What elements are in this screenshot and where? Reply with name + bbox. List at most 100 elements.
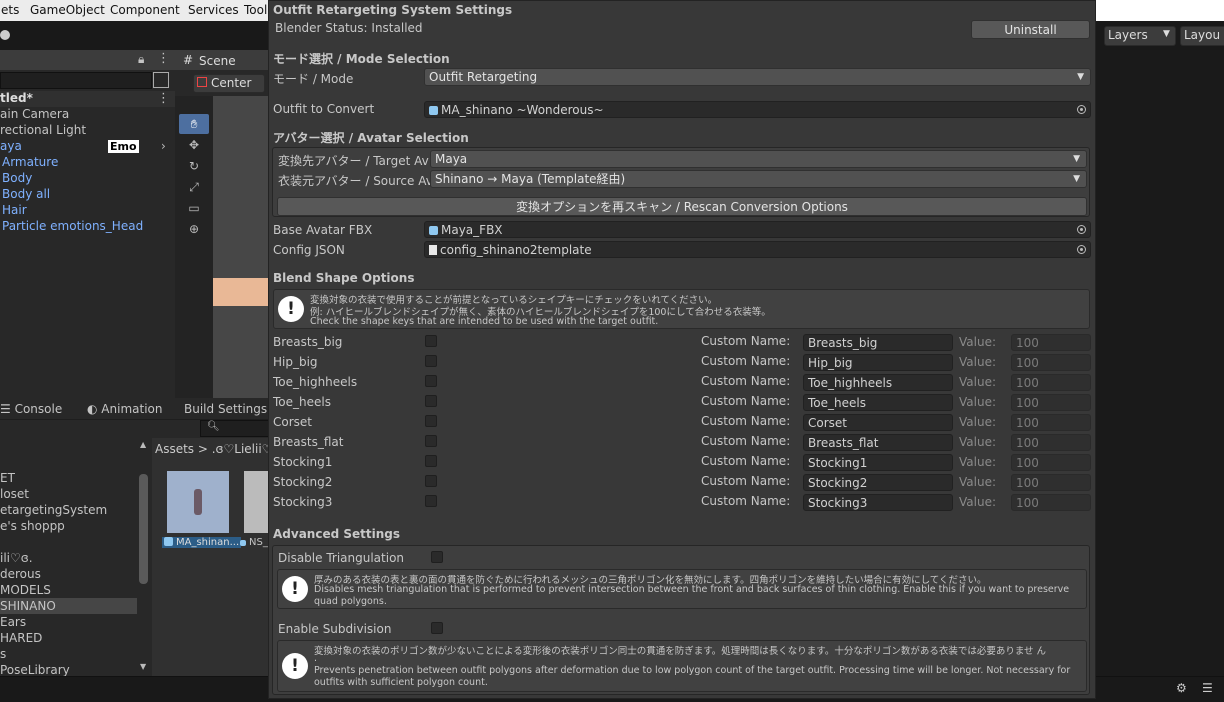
rescan-button[interactable]: 変換オプションを再スキャン / Rescan Conversion Option…	[277, 197, 1087, 216]
folder-item[interactable]: HARED	[0, 630, 137, 646]
folder-item[interactable]: ili♡ɞ.	[0, 550, 137, 566]
asset-thumbnail[interactable]	[167, 471, 229, 533]
tab-animation[interactable]: ◐ Animation	[87, 402, 162, 416]
value-input[interactable]: 100	[1011, 434, 1091, 451]
value-input[interactable]: 100	[1011, 494, 1091, 511]
hierarchy-item[interactable]: ain Camera	[0, 107, 175, 123]
value-input[interactable]: 100	[1011, 474, 1091, 491]
object-picker-icon[interactable]	[1077, 225, 1086, 234]
hierarchy-search[interactable]	[0, 72, 152, 89]
shape-checkbox[interactable]	[425, 355, 437, 367]
cloud-icon[interactable]	[0, 30, 10, 40]
asset-label[interactable]: NS_	[240, 537, 268, 548]
value-input[interactable]: 100	[1011, 454, 1091, 471]
shape-checkbox[interactable]	[425, 415, 437, 427]
scene-viewport[interactable]	[213, 96, 270, 398]
folder-item[interactable]: Ears	[0, 614, 137, 630]
breadcrumb[interactable]: Assets > .ɞ♡Lielii♡	[155, 442, 272, 456]
custom-name-input[interactable]: Toe_highheels	[803, 374, 953, 391]
hierarchy-item[interactable]: Hair	[0, 203, 175, 219]
shape-checkbox[interactable]	[425, 375, 437, 387]
folder-item[interactable]: SHINANO	[0, 598, 137, 614]
kebab-menu-icon[interactable]: ⋮	[157, 51, 170, 66]
uninstall-button[interactable]: Uninstall	[971, 20, 1090, 39]
custom-name-input[interactable]: Stocking2	[803, 474, 953, 491]
hierarchy-item[interactable]: Body	[0, 171, 175, 187]
scroll-down-icon[interactable]: ▼	[140, 662, 146, 671]
tab-build-settings[interactable]: Build Settings	[184, 402, 267, 416]
disable-triangulation-checkbox[interactable]	[431, 551, 443, 563]
scale-tool-icon[interactable]: ⤢	[179, 177, 209, 197]
lock-icon[interactable]: 🔒︎	[138, 52, 144, 67]
value-input[interactable]: 100	[1011, 414, 1091, 431]
asset-thumbnail[interactable]	[244, 471, 270, 533]
custom-name-input[interactable]: Corset	[803, 414, 953, 431]
menu-tools[interactable]: Tool	[244, 3, 267, 17]
source-avatar-dropdown[interactable]: Shinano → Maya (Template経由) ▼	[430, 170, 1087, 188]
value-input[interactable]: 100	[1011, 374, 1091, 391]
rect-tool-icon[interactable]: ▭	[179, 198, 209, 218]
layers-label: Layers	[1108, 28, 1148, 42]
value-input[interactable]: 100	[1011, 334, 1091, 351]
layers-dropdown[interactable]: Layers ▼	[1104, 26, 1176, 46]
shape-checkbox[interactable]	[425, 335, 437, 347]
custom-name-label: Custom Name:	[701, 414, 791, 428]
custom-name-input[interactable]: Hip_big	[803, 354, 953, 371]
shape-checkbox[interactable]	[425, 455, 437, 467]
folder-item[interactable]	[0, 534, 137, 550]
hierarchy-item[interactable]: Body all	[0, 187, 175, 203]
rotate-tool-icon[interactable]: ↻	[179, 156, 209, 176]
hand-tool-icon[interactable]: ✋︎	[179, 114, 209, 134]
target-avatar-dropdown[interactable]: Maya ▼	[430, 150, 1087, 168]
hierarchy-item[interactable]: Armature	[0, 155, 175, 171]
folder-item[interactable]: ET	[0, 470, 137, 486]
menu-assets[interactable]: ets	[1, 3, 19, 17]
custom-name-input[interactable]: Stocking3	[803, 494, 953, 511]
folder-item[interactable]: derous	[0, 566, 137, 582]
shape-checkbox[interactable]	[425, 395, 437, 407]
transform-tool-icon[interactable]: ⊕	[179, 219, 209, 239]
value-input[interactable]: 100	[1011, 394, 1091, 411]
pivot-dropdown[interactable]: Center	[193, 74, 265, 93]
move-tool-icon[interactable]: ✥	[179, 135, 209, 155]
scroll-up-icon[interactable]: ▲	[140, 440, 146, 449]
debug-icon[interactable]: ⚙	[1176, 681, 1187, 695]
scene-tab[interactable]: # Scene	[175, 50, 270, 70]
folder-item[interactable]: e's shoppp	[0, 518, 137, 534]
hierarchy-item[interactable]: Particle emotions_Head	[0, 219, 175, 235]
mode-dropdown[interactable]: Outfit Retargeting ▼	[424, 68, 1091, 86]
object-picker-icon[interactable]	[1077, 105, 1086, 114]
config-json-field[interactable]: config_shinano2template	[424, 241, 1091, 258]
shape-checkbox[interactable]	[425, 475, 437, 487]
scene-row[interactable]: tled* ⋮	[0, 91, 175, 107]
project-search[interactable]: 🔍︎	[200, 420, 272, 437]
folder-item[interactable]: MODELS	[0, 582, 137, 598]
tab-console[interactable]: ☰ Console	[0, 402, 62, 416]
database-icon[interactable]: ☰	[1202, 681, 1213, 695]
custom-name-input[interactable]: Toe_heels	[803, 394, 953, 411]
shape-checkbox[interactable]	[425, 435, 437, 447]
custom-name-input[interactable]: Stocking1	[803, 454, 953, 471]
folder-scrollbar[interactable]	[139, 474, 148, 584]
menu-component[interactable]: Component	[110, 3, 180, 17]
custom-name-input[interactable]: Breasts_flat	[803, 434, 953, 451]
folder-item[interactable]: etargetingSystem	[0, 502, 137, 518]
layout-dropdown[interactable]: Layou	[1180, 26, 1224, 46]
kebab-menu-icon[interactable]: ⋮	[157, 91, 170, 106]
custom-name-input[interactable]: Breasts_big	[803, 334, 953, 351]
object-picker-icon[interactable]	[1077, 245, 1086, 254]
menu-gameobject[interactable]: GameObject	[30, 3, 105, 17]
hierarchy-item[interactable]: aya Emo ›	[0, 139, 175, 155]
folder-item[interactable]: s	[0, 646, 137, 662]
folder-item[interactable]: loset	[0, 486, 137, 502]
enable-subdivision-checkbox[interactable]	[431, 622, 443, 634]
hierarchy-item[interactable]: rectional Light	[0, 123, 175, 139]
chevron-right-icon[interactable]: ›	[161, 139, 166, 153]
menu-services[interactable]: Services	[188, 3, 239, 17]
search-options-icon[interactable]	[153, 72, 169, 88]
asset-label[interactable]: MA_shinan...	[162, 537, 242, 548]
base-fbx-field[interactable]: Maya_FBX	[424, 221, 1091, 238]
value-input[interactable]: 100	[1011, 354, 1091, 371]
outfit-object-field[interactable]: MA_shinano ~Wonderous~	[424, 101, 1091, 118]
shape-checkbox[interactable]	[425, 495, 437, 507]
